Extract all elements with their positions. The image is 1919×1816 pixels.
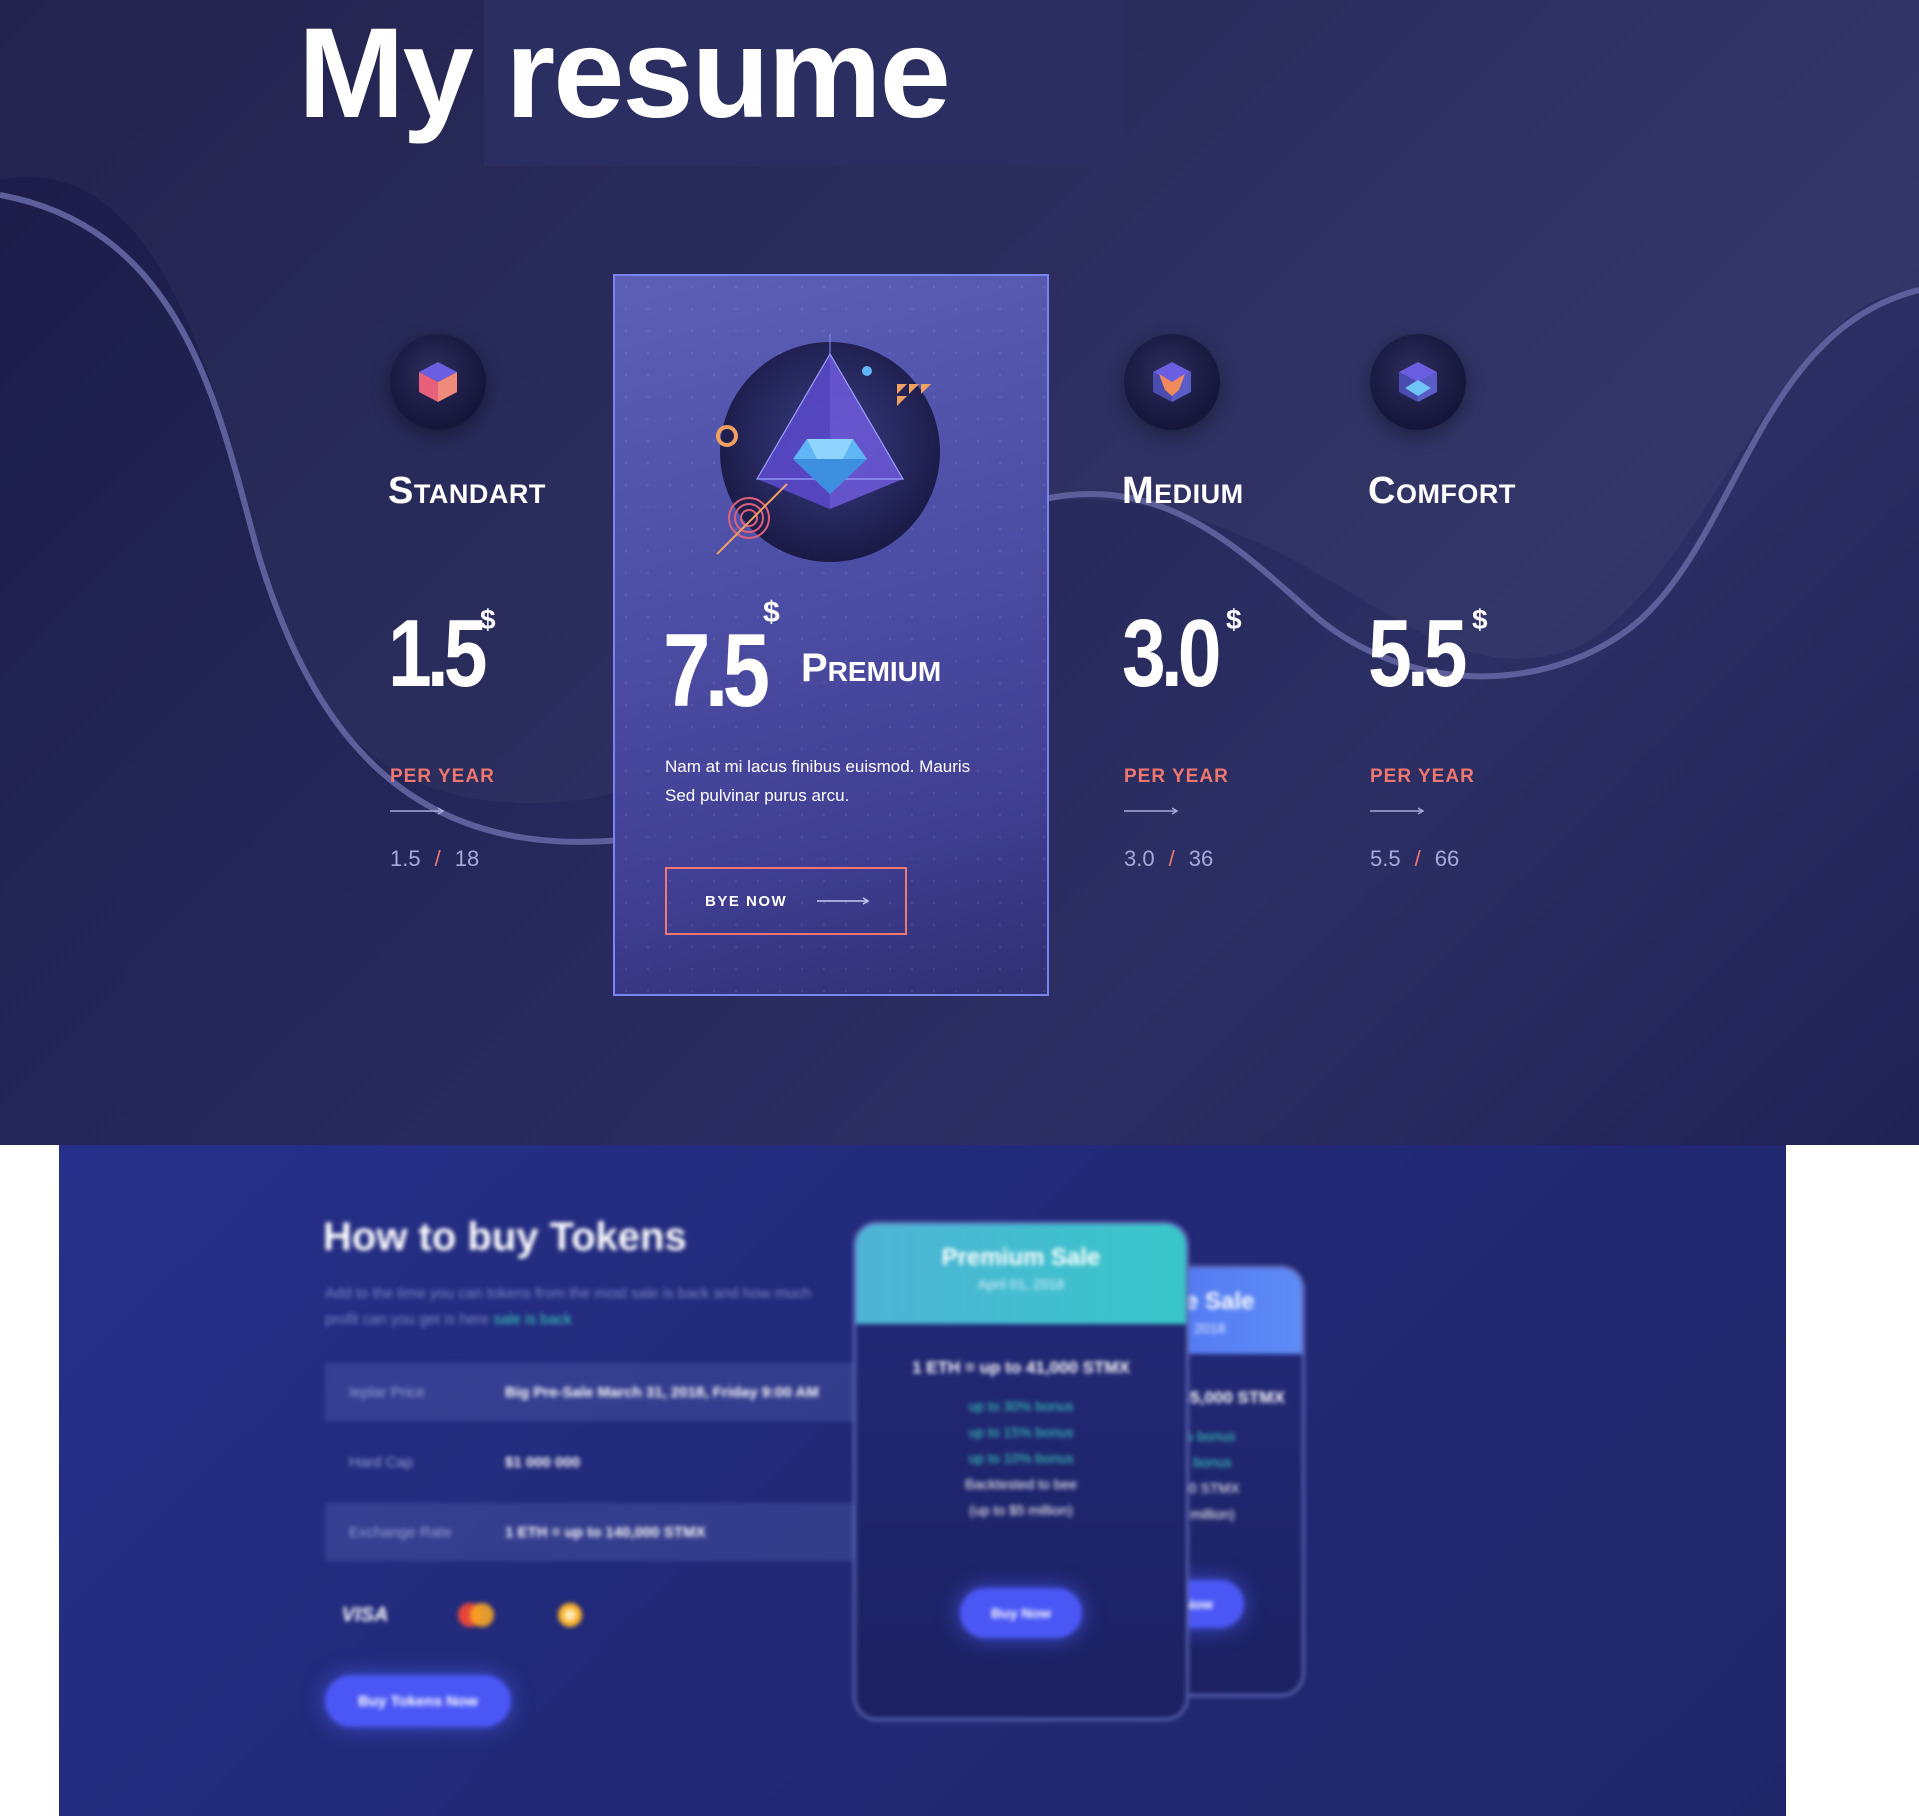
info-value: $1 000 000 — [505, 1453, 581, 1471]
premium-description: Nam at mi lacus finibus euismod. Mauris … — [665, 757, 971, 805]
ratio-total: 18 — [454, 846, 480, 871]
sale-card-header: Premium Sale April 01, 2018 — [856, 1224, 1186, 1324]
info-row: Exchange Rate 1 ETH = up to 140,000 STMX — [325, 1503, 909, 1561]
plan-price: 5.5 — [1368, 600, 1468, 707]
page-title: My resume — [298, 2, 951, 145]
bye-now-button[interactable]: BYE NOW — [665, 867, 907, 935]
premium-plan-card[interactable]: 7.5 $ Premium Nam at mi lacus finibus eu… — [613, 274, 1049, 996]
ratio-separator: / — [1168, 846, 1175, 871]
sale-title: Premium Sale — [941, 1244, 1101, 1271]
sale-extra: Backtested to bee — [964, 1476, 1078, 1492]
plan-name: Standart — [388, 470, 546, 512]
blue-cube-icon — [1370, 334, 1466, 430]
plan-period: PER YEAR — [1370, 766, 1475, 787]
fox-cube-icon — [1124, 334, 1220, 430]
buy-now-button[interactable]: Buy Now — [960, 1588, 1082, 1638]
ratio-separator: / — [1414, 846, 1421, 871]
sale-extra: (up to $5 million) — [969, 1502, 1073, 1518]
ratio-value: 3.0 — [1124, 846, 1155, 871]
sale-bonus: up to 30% bonus — [968, 1398, 1074, 1414]
tokens-subtitle: Add to the time you can tokens from the … — [325, 1281, 825, 1333]
plan-standart: Standart 1.5 $ PER YEAR 1.5 / 18 — [388, 334, 590, 871]
info-label: Hard Cap — [349, 1453, 414, 1471]
bitcoin-icon[interactable] — [525, 1590, 615, 1640]
ratio-separator: / — [434, 846, 441, 871]
arrow-right-icon — [390, 807, 445, 815]
bye-now-label: BYE NOW — [705, 892, 788, 910]
currency-symbol: $ — [1472, 604, 1488, 635]
ratio-total: 66 — [1434, 846, 1460, 871]
sale-bonus: up to 15% bonus — [968, 1424, 1074, 1440]
tokens-title: How to buy Tokens — [323, 1215, 687, 1259]
plan-medium: Medium 3.0 $ PER YEAR 3.0 / 36 — [1122, 334, 1324, 871]
plan-period: PER YEAR — [1124, 766, 1229, 787]
plan-ratio: 3.0 / 36 — [1124, 846, 1213, 872]
plan-period: PER YEAR — [390, 766, 495, 787]
arrow-right-icon — [1370, 807, 1425, 815]
ratio-total: 36 — [1188, 846, 1214, 871]
plan-price: 1.5 — [388, 600, 488, 707]
info-value: 1 ETH = up to 140,000 STMX — [505, 1523, 706, 1541]
sale-bonus: up to 10% bonus — [968, 1450, 1074, 1466]
visa-icon[interactable]: VISA — [325, 1590, 405, 1640]
tokens-section: How to buy Tokens Add to the time you ca… — [59, 1145, 1786, 1816]
info-label: Ieplar Price — [349, 1383, 425, 1401]
pricing-section: My resume Standart 1.5 $ PER YEAR 1.5 / 18 — [0, 0, 1919, 1145]
info-label: Exchange Rate — [349, 1523, 452, 1541]
sale-date: April 01, 2018 — [977, 1276, 1065, 1292]
buy-tokens-button[interactable]: Buy Tokens Now — [325, 1675, 511, 1727]
tokens-subtitle-highlight: sale is back — [493, 1311, 572, 1328]
plan-price: 3.0 — [1122, 600, 1222, 707]
cube-icon — [390, 334, 486, 430]
plan-name: Comfort — [1368, 470, 1516, 512]
info-value: Big Pre-Sale March 31, 2018, Friday 9:00… — [505, 1383, 819, 1401]
info-row: Ieplar Price Big Pre-Sale March 31, 2018… — [325, 1363, 909, 1421]
mastercard-icon[interactable] — [431, 1590, 521, 1640]
premium-price: 7.5 — [663, 613, 770, 729]
premium-sale-card[interactable]: Premium Sale April 01, 2018 1 ETH = up t… — [853, 1221, 1189, 1721]
ratio-value: 5.5 — [1370, 846, 1401, 871]
arrow-right-icon — [1124, 807, 1179, 815]
currency-symbol: $ — [1226, 604, 1242, 635]
plan-ratio: 1.5 / 18 — [390, 846, 479, 872]
plan-name: Medium — [1122, 470, 1244, 512]
arrow-right-icon — [817, 897, 870, 905]
plan-comfort: Comfort 5.5 $ PER YEAR 5.5 / 66 — [1368, 334, 1570, 871]
currency-symbol: $ — [480, 604, 496, 635]
premium-plan-name: Premium — [801, 646, 942, 690]
info-row: Hard Cap $1 000 000 — [325, 1433, 909, 1491]
ratio-value: 1.5 — [390, 846, 421, 871]
sale-rate: 1 ETH = up to 41,000 STMX — [912, 1358, 1130, 1377]
diamond-pyramid-icon — [716, 334, 940, 562]
plan-ratio: 5.5 / 66 — [1370, 846, 1459, 872]
currency-symbol: $ — [763, 596, 780, 629]
